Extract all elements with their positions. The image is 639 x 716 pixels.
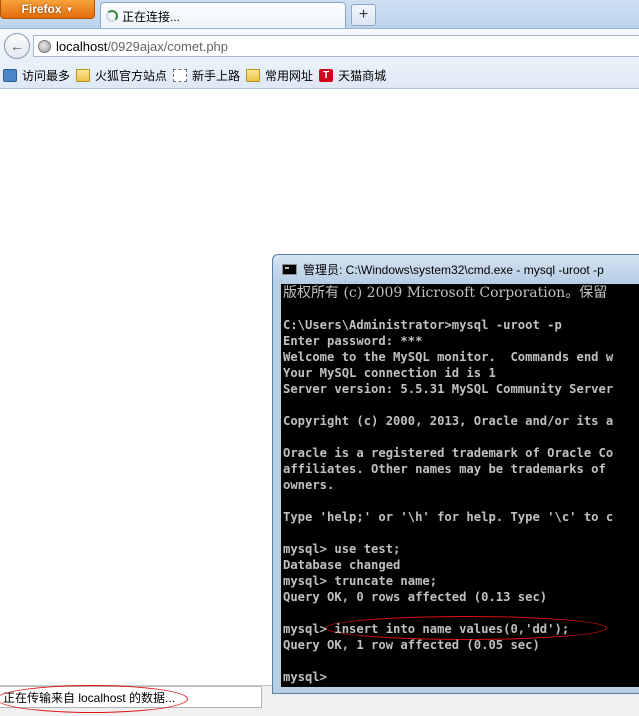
console-line: affiliates. Other names may be trademark… — [283, 462, 606, 476]
bookmark-label: 新手上路 — [192, 69, 241, 83]
cmd-window-title: 管理员: C:\Windows\system32\cmd.exe - mysql… — [303, 263, 604, 277]
folder-icon — [246, 69, 261, 82]
console-output[interactable]: 版权所有 (c) 2009 Microsoft Corporation。保留 C:… — [281, 284, 639, 687]
console-line: Enter password: *** — [283, 334, 423, 348]
console-line: Query OK, 1 row affected (0.05 sec) — [283, 638, 540, 652]
cmd-title-bar[interactable]: 管理员: C:\Windows\system32\cmd.exe - mysql… — [273, 255, 639, 284]
tmall-icon: T — [319, 69, 334, 82]
most-visited-icon — [3, 69, 17, 82]
console-line: mysql> truncate name; — [283, 574, 438, 588]
bookmark-label: 常用网址 — [265, 69, 314, 83]
bookmark-firefox-official[interactable]: 火狐官方站点 — [76, 67, 167, 84]
tab-title: 正在连接... — [122, 9, 181, 24]
console-line: Query OK, 0 rows affected (0.13 sec) — [283, 590, 548, 604]
bookmark-label: 访问最多 — [22, 69, 71, 83]
firefox-menu-button[interactable]: Firefox ▼ — [0, 0, 95, 19]
console-line: 版权所有 (c) 2009 Microsoft Corporation。保留 — [283, 285, 608, 301]
console-line: Oracle is a registered trademark of Orac… — [283, 446, 614, 460]
console-line: Server version: 5.5.31 MySQL Community S… — [283, 382, 614, 396]
console-line: Database changed — [283, 558, 401, 572]
back-arrow-icon: ← — [10, 38, 24, 54]
back-button[interactable]: ← — [4, 33, 30, 59]
console-line: mysql> — [283, 670, 328, 684]
loading-spinner-icon — [106, 10, 118, 22]
console-line: Type 'help;' or '\h' for help. Type '\c'… — [283, 510, 614, 524]
bookmark-getting-started[interactable]: 新手上路 — [173, 67, 240, 84]
url-path: /0929ajax/comet.php — [107, 38, 229, 54]
status-panel: 正在传输来自 localhost 的数据... — [0, 685, 262, 713]
url-bar[interactable]: localhost/0929ajax/comet.php — [33, 35, 639, 57]
annotation-ellipse — [0, 685, 188, 713]
chevron-down-icon: ▼ — [65, 4, 74, 14]
console-line: Your MySQL connection id is 1 — [283, 366, 496, 380]
cmd-window[interactable]: 管理员: C:\Windows\system32\cmd.exe - mysql… — [272, 254, 639, 694]
console-icon — [282, 264, 297, 275]
title-bar: Firefox ▼ 正在连接... + — [0, 0, 639, 29]
bookmark-common-sites[interactable]: 常用网址 — [246, 67, 313, 84]
bookmark-tmall[interactable]: T 天猫商城 — [319, 67, 386, 84]
folder-icon — [76, 69, 91, 82]
blank-page-icon — [173, 69, 188, 82]
navigation-bar: ← localhost/0929ajax/comet.php — [0, 28, 639, 64]
tab-connecting[interactable]: 正在连接... — [100, 2, 346, 29]
console-line: mysql> use test; — [283, 542, 401, 556]
bookmarks-toolbar: 访问最多 火狐官方站点 新手上路 常用网址 T 天猫商城 — [0, 63, 639, 89]
globe-icon — [38, 39, 51, 53]
url-host: localhost — [56, 38, 108, 54]
console-line: Copyright (c) 2000, 2013, Oracle and/or … — [283, 414, 614, 428]
bookmark-most-visited[interactable]: 访问最多 — [0, 67, 70, 84]
console-line: Welcome to the MySQL monitor. Commands e… — [283, 350, 614, 364]
plus-icon: + — [358, 6, 369, 23]
new-tab-button[interactable]: + — [351, 4, 376, 26]
bookmark-label: 火狐官方站点 — [95, 69, 168, 83]
console-line: owners. — [283, 478, 335, 492]
bookmark-label: 天猫商城 — [338, 69, 387, 83]
firefox-menu-label: Firefox — [21, 2, 62, 16]
console-line: mysql> insert into name values(0,'dd'); — [283, 622, 570, 636]
console-line: C:\Users\Administrator>mysql -uroot -p — [283, 318, 562, 332]
